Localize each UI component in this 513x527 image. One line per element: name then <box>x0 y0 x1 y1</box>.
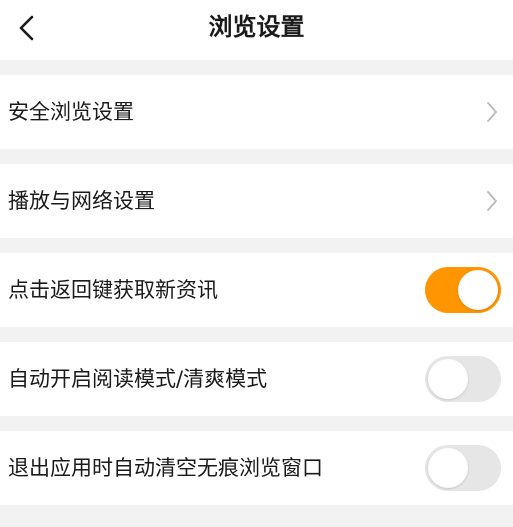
chevron-right-icon <box>485 188 499 214</box>
chevron-right-icon <box>485 99 499 125</box>
header-bar: 浏览设置 <box>0 0 513 60</box>
toggle-knob <box>458 270 498 310</box>
setting-back-refresh-news: 点击返回键获取新资讯 <box>0 253 513 327</box>
back-refresh-news-toggle[interactable] <box>425 267 501 313</box>
setting-label: 退出应用时自动清空无痕浏览窗口 <box>8 456 323 480</box>
clear-incognito-toggle[interactable] <box>425 445 501 491</box>
setting-clear-incognito: 退出应用时自动清空无痕浏览窗口 <box>0 431 513 505</box>
setting-label: 安全浏览设置 <box>8 100 134 124</box>
setting-playback-network[interactable]: 播放与网络设置 <box>0 164 513 238</box>
setting-label: 播放与网络设置 <box>8 189 155 213</box>
setting-label: 点击返回键获取新资讯 <box>8 278 218 302</box>
toggle-knob <box>428 448 468 488</box>
setting-reading-mode: 自动开启阅读模式/清爽模式 <box>0 342 513 416</box>
toggle-knob <box>428 359 468 399</box>
reading-mode-toggle[interactable] <box>425 356 501 402</box>
setting-label: 自动开启阅读模式/清爽模式 <box>8 367 268 391</box>
setting-safe-browsing[interactable]: 安全浏览设置 <box>0 75 513 149</box>
page-title: 浏览设置 <box>208 13 305 41</box>
settings-list: 安全浏览设置 播放与网络设置 点击返回键获取新资讯 自动开启阅读模式/清爽模式 … <box>0 75 513 505</box>
